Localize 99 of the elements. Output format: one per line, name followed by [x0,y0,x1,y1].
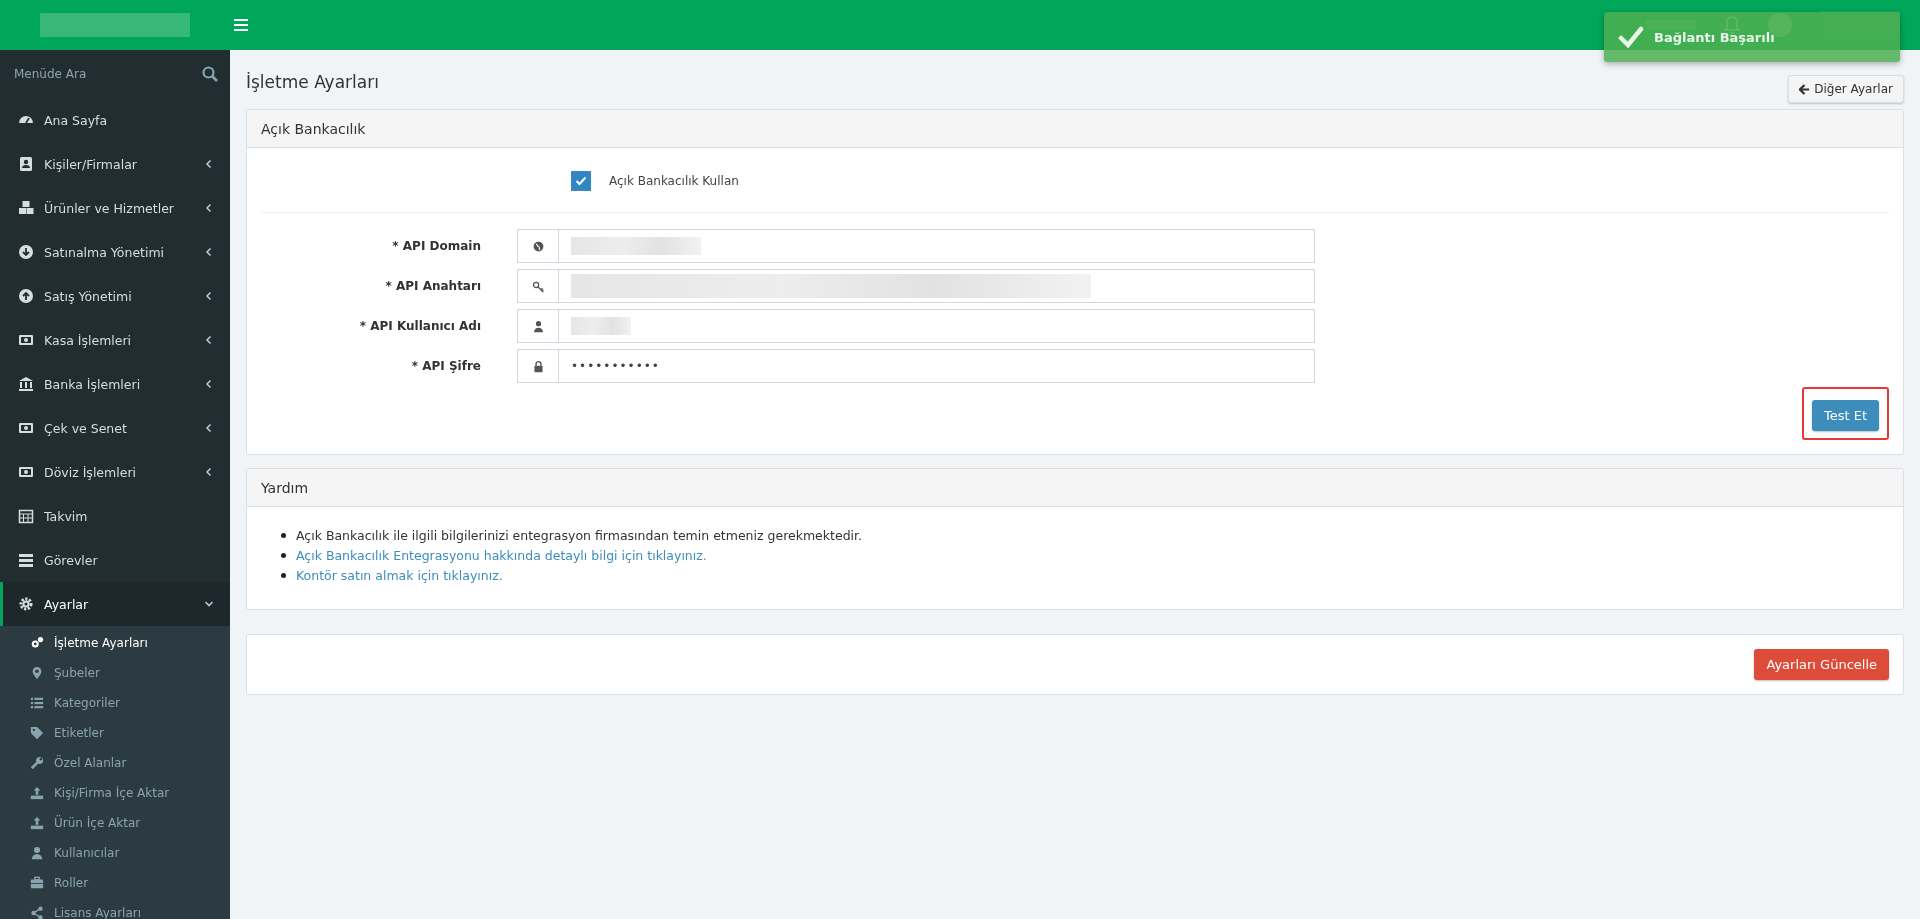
submenu-item-label: Özel Alanlar [54,756,127,770]
banknote-icon [18,420,34,436]
bullet-icon [281,532,286,538]
input-field[interactable] [517,309,1315,343]
sidebar-item[interactable]: Ayarlar [0,582,230,626]
sidebar-item[interactable]: Görevler [0,538,230,582]
help-text: Açık Bankacılık ile ilgili bilgilerinizi entegrasyon firmasından temin etmeniz gerekmektedir. [296,527,862,543]
sidebar-item[interactable]: Satınalma Yönetimi [0,230,230,274]
arrow-up-circle-icon [18,288,34,304]
submenu-item[interactable]: Ürün İçe Aktar [0,808,230,838]
submenu-item-label: Kişi/Firma İçe Aktar [54,786,170,800]
submenu-item-label: Kullanıcılar [54,846,120,860]
sidebar-item-label: Takvim [44,508,88,524]
sidebar-item[interactable]: Çek ve Senet [0,406,230,450]
bullet-icon [281,572,286,578]
menu-icon[interactable] [234,19,248,31]
contact-book-icon [18,156,34,172]
bullet-icon [281,552,286,558]
menu-search-field[interactable]: Menüde Ara [12,66,202,82]
checkbox[interactable] [571,171,591,191]
toast-message: Bağlantı Başarılı [1654,29,1775,45]
panel-title: Yardım [261,479,309,496]
banknote-icon [18,332,34,348]
sidebar-item-label: Satış Yönetimi [44,288,132,304]
sidebar-item-label: Ayarlar [44,596,89,612]
submenu-item-label: Lisans Ayarları [54,906,142,919]
globe-icon [531,239,545,253]
search-icon[interactable] [202,66,218,82]
field-label: * API Anahtarı [384,279,481,293]
lock-icon [531,359,545,373]
sidebar-item-label: Satınalma Yönetimi [44,244,165,260]
sidebar-item[interactable]: Döviz İşlemleri [0,450,230,494]
checkbox-label: Açık Bankacılık Kullan [609,174,739,188]
redacted-value [571,317,631,335]
field-label: * API Şifre [410,359,481,373]
submenu-item-label: Etiketler [54,726,104,740]
page-title: İşletme Ayarları [246,72,379,92]
submenu-item[interactable]: Lisans Ayarları [0,898,230,919]
input-field[interactable] [517,269,1315,303]
sidebar-item-label: Döviz İşlemleri [44,464,136,480]
list-icon [30,696,44,710]
sidebar-item[interactable]: Ana Sayfa [0,98,230,142]
sidebar-item[interactable]: Kişiler/Firmalar [0,142,230,186]
submenu-item-label: İşletme Ayarları [54,636,148,650]
briefcase-icon [30,876,44,890]
help-link[interactable]: Açık Bankacılık Entegrasyonu hakkında detaylı bilgi için tıklayınız. [296,547,707,563]
tasks-icon [18,552,34,568]
submenu-item[interactable]: Kişi/Firma İçe Aktar [0,778,230,808]
sidebar-item[interactable]: Ürünler ve Hizmetler [0,186,230,230]
submenu-item[interactable]: Kullanıcılar [0,838,230,868]
sidebar-item-label: Çek ve Senet [44,420,127,436]
gear-icon [18,596,34,612]
arrow-left-icon [1799,83,1811,95]
map-pin-icon [30,666,44,680]
test-button[interactable]: Test Et [1811,400,1879,431]
cubes-icon [18,200,34,216]
sidebar-item-label: Kişiler/Firmalar [44,156,137,172]
wrench-icon [30,756,44,770]
banknote-icon [18,464,34,480]
sidebar-item[interactable]: Banka İşlemleri [0,362,230,406]
submenu-item-label: Ürün İçe Aktar [54,816,141,830]
tag-icon [30,726,44,740]
input-field[interactable]: ••••••••••• [517,349,1315,383]
upload-icon [30,786,44,800]
sidebar-item[interactable]: Kasa İşlemleri [0,318,230,362]
checkmark-icon [575,176,587,186]
sidebar-item-label: Ana Sayfa [44,112,108,128]
submenu-item[interactable]: Kategoriler [0,688,230,718]
sidebar-item-label: Ürünler ve Hizmetler [44,200,174,216]
submenu-item[interactable]: Özel Alanlar [0,748,230,778]
share-icon [30,906,44,919]
panel-title: Açık Bankacılık [261,120,366,137]
update-settings-button[interactable]: Ayarları Güncelle [1754,649,1889,680]
help-link[interactable]: Kontör satın almak için tıklayınız. [296,567,503,583]
sidebar-item[interactable]: Takvim [0,494,230,538]
user-icon [30,846,44,860]
arrow-down-circle-icon [18,244,34,260]
calendar-icon [18,508,34,524]
check-icon [1618,26,1644,48]
field-label: * API Domain [391,239,481,253]
sidebar-item[interactable]: Satış Yönetimi [0,274,230,318]
bank-icon [18,376,34,392]
submenu-item[interactable]: Roller [0,868,230,898]
submenu-item-label: Kategoriler [54,696,120,710]
input-field[interactable] [517,229,1315,263]
field-label: * API Kullanıcı Adı [358,319,481,333]
user-icon [531,319,545,333]
key-icon [531,279,545,293]
sidebar-item-label: Kasa İşlemleri [44,332,132,348]
submenu-item-label: Roller [54,876,89,890]
sidebar-item-label: Banka İşlemleri [44,376,141,392]
submenu-item[interactable]: Şubeler [0,658,230,688]
submenu-item-label: Şubeler [54,666,100,680]
gears-icon [30,636,44,650]
submenu-item[interactable]: İşletme Ayarları [0,628,230,658]
sidebar-item-label: Görevler [44,552,98,568]
other-settings-button[interactable]: Diğer Ayarlar [1788,75,1904,103]
submenu-item[interactable]: Etiketler [0,718,230,748]
upload-icon [30,816,44,830]
